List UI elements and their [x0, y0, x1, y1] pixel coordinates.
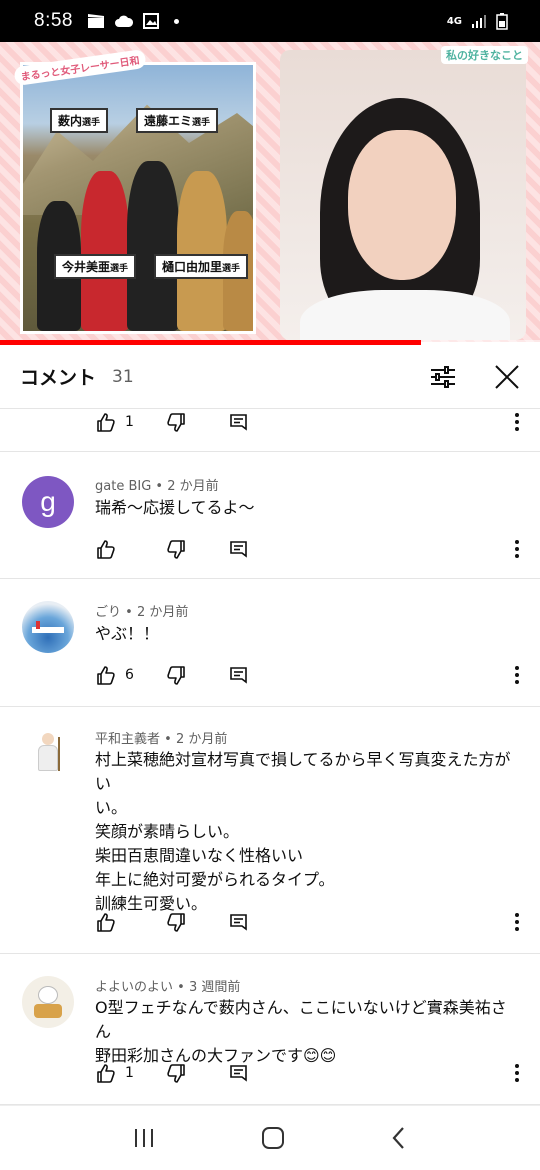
video-player[interactable]: まるっと女子レーサー日和 薮内選手 遠藤エミ選手 今井美亜選手 樋口由加里選手 … [0, 42, 540, 342]
notification-dot [173, 18, 179, 24]
like-button[interactable]: 6 [95, 665, 165, 686]
dislike-button[interactable] [165, 912, 229, 933]
more-options-icon[interactable] [514, 665, 520, 685]
reply-button[interactable] [229, 413, 248, 431]
comment-text: 瑞希〜応援してるよ〜 [95, 498, 255, 517]
group-photo-panel: まるっと女子レーサー日和 薮内選手 遠藤エミ選手 今井美亜選手 樋口由加里選手 [13, 48, 260, 342]
cloud-icon [114, 15, 134, 27]
comment-item: ごり • 2 か月前 やぶ！！ 6 [0, 579, 540, 707]
comment-meta: よよいのよい • 3 週間前 [95, 980, 241, 995]
segment-label: 私の好きなこと [441, 46, 528, 64]
avatar[interactable] [22, 601, 74, 653]
like-count: 1 [125, 414, 134, 430]
comments-header: コメント 31 [0, 345, 540, 409]
more-options-icon[interactable] [514, 539, 520, 559]
comment-meta: ごり • 2 か月前 [95, 605, 189, 620]
name-tag: 薮内選手 [50, 108, 109, 133]
more-options-icon[interactable] [514, 912, 520, 932]
more-options-icon[interactable] [514, 412, 520, 432]
dislike-button[interactable] [165, 412, 229, 433]
image-icon [142, 13, 159, 29]
speaker-panel [280, 50, 526, 340]
home-icon[interactable] [261, 1126, 285, 1150]
battery-icon [496, 13, 508, 30]
dislike-button[interactable] [165, 665, 229, 686]
reply-button[interactable] [229, 913, 248, 931]
sort-filter-icon[interactable] [430, 365, 456, 389]
comment-text: 村上菜穂絶対宣材写真で損してるから早く写真変えた方がい い。 笑顔が素晴らしい。… [95, 750, 511, 913]
name-tag: 遠藤エミ選手 [136, 108, 219, 133]
comment-text: やぶ！！ [95, 624, 160, 643]
clapper-icon [87, 14, 104, 28]
avatar[interactable] [22, 976, 74, 1028]
like-button[interactable] [95, 539, 165, 560]
signal-icon [472, 15, 486, 28]
dislike-button[interactable] [165, 1063, 229, 1084]
comment-actions-partial: 1 [0, 409, 540, 451]
reply-button[interactable] [229, 540, 248, 558]
network-type: 4G [446, 15, 462, 27]
close-icon[interactable] [494, 364, 520, 390]
like-button[interactable]: 1 [95, 412, 165, 433]
dislike-button[interactable] [165, 539, 229, 560]
reply-button[interactable] [229, 1064, 248, 1082]
comment-meta: 平和主義者 • 2 か月前 [95, 732, 228, 747]
recent-apps-icon[interactable] [133, 1128, 155, 1148]
name-tag: 樋口由加里選手 [154, 254, 249, 279]
status-bar: 8:58 4G [0, 0, 540, 42]
reply-button[interactable] [229, 666, 248, 684]
like-button[interactable]: 1 [95, 1063, 165, 1084]
comments-title: コメント [20, 367, 97, 389]
comment-item: 平和主義者 • 2 か月前 村上菜穂絶対宣材写真で損してるから早く写真変えた方が… [0, 707, 540, 954]
more-options-icon[interactable] [514, 1063, 520, 1083]
comment-item: よよいのよい • 3 週間前 O型フェチなんで薮内さん、ここにいないけど實森美祐… [0, 954, 540, 1105]
clock: 8:58 [34, 10, 73, 31]
comment-item: g gate BIG • 2 か月前 瑞希〜応援してるよ〜 [0, 451, 540, 579]
comment-text: O型フェチなんで薮内さん、ここにいないけど實森美祐さん 野田彩加さんの大ファンで… [95, 998, 507, 1065]
avatar[interactable]: g [22, 476, 74, 528]
comment-meta: gate BIG • 2 か月前 [95, 479, 219, 494]
name-tag: 今井美亜選手 [54, 254, 137, 279]
comments-count: 31 [112, 366, 134, 387]
back-icon[interactable] [391, 1126, 407, 1150]
system-nav-bar [0, 1105, 540, 1170]
avatar[interactable] [22, 727, 74, 779]
like-button[interactable] [95, 912, 165, 933]
group-photo [20, 62, 256, 334]
